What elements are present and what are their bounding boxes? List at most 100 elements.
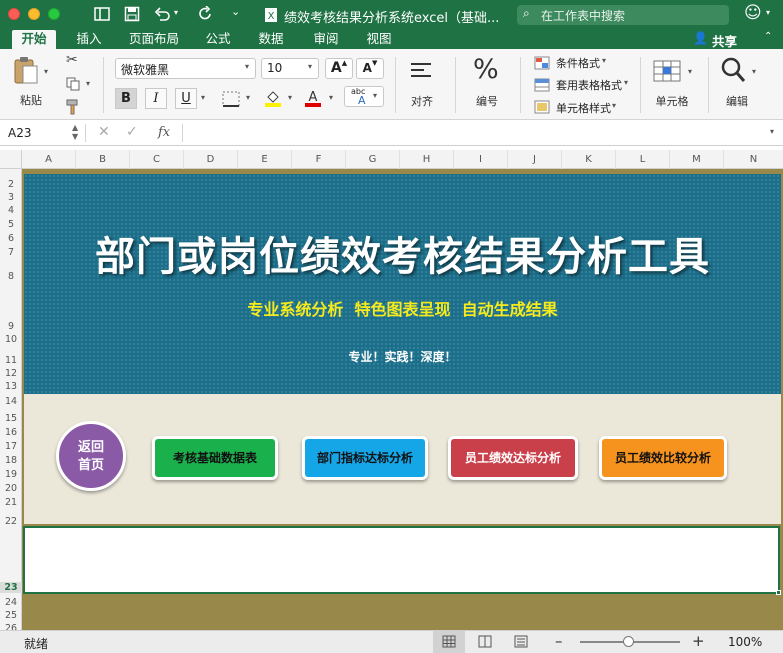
find-icon[interactable] xyxy=(720,56,746,84)
tab-review[interactable]: 审阅 xyxy=(306,30,346,49)
page-layout-view-icon[interactable] xyxy=(478,635,492,648)
cell-style-dropdown-icon[interactable]: ▾ xyxy=(612,101,616,110)
format-painter-icon[interactable] xyxy=(66,99,82,115)
fill-color-dropdown-icon[interactable]: ▾ xyxy=(288,93,292,102)
row-header-16[interactable]: 16 xyxy=(0,427,22,438)
name-box-stepper-icon[interactable]: ▲ ▼ xyxy=(72,123,78,141)
edit-dropdown-icon[interactable]: ▾ xyxy=(752,67,756,76)
name-box[interactable]: A23 xyxy=(8,126,31,140)
row-header-2[interactable]: 2 xyxy=(0,179,22,190)
feedback-smiley-icon[interactable]: ☺ xyxy=(744,3,762,23)
share-user-icon[interactable]: 👤 xyxy=(693,31,708,45)
expand-formula-icon[interactable]: ▾ xyxy=(770,127,774,136)
conditional-format-dropdown-icon[interactable]: ▾ xyxy=(602,56,606,65)
column-header-b[interactable]: B xyxy=(76,150,130,169)
tab-data[interactable]: 数据 xyxy=(251,30,291,49)
row-header-22[interactable]: 22 xyxy=(0,516,22,527)
normal-view-button[interactable] xyxy=(433,631,465,653)
row-header-19[interactable]: 19 xyxy=(0,469,22,480)
column-header-i[interactable]: I xyxy=(454,150,508,169)
table-format-dropdown-icon[interactable]: ▾ xyxy=(624,78,628,87)
column-header-g[interactable]: G xyxy=(346,150,400,169)
column-header-d[interactable]: D xyxy=(184,150,238,169)
close-window-button[interactable] xyxy=(8,8,20,20)
table-format-button[interactable]: 套用表格格式 xyxy=(556,77,622,93)
row-header-4[interactable]: 4 xyxy=(0,205,22,216)
row-header-13[interactable]: 13 xyxy=(0,381,22,392)
percent-icon[interactable]: % xyxy=(473,54,499,85)
underline-button[interactable]: U xyxy=(175,88,197,109)
row-header-10[interactable]: 10 xyxy=(0,334,22,345)
undo-icon[interactable] xyxy=(154,6,170,22)
borders-dropdown-icon[interactable]: ▾ xyxy=(246,93,250,102)
customize-toolbar-icon[interactable]: ⌄ xyxy=(231,5,240,18)
row-header-18[interactable]: 18 xyxy=(0,455,22,466)
copy-dropdown-icon[interactable]: ▾ xyxy=(86,79,90,88)
sidebar-toggle-icon[interactable] xyxy=(94,7,110,21)
row-header-11[interactable]: 11 xyxy=(0,355,22,366)
row-header-23[interactable]: 23 xyxy=(0,582,22,593)
column-header-l[interactable]: L xyxy=(616,150,670,169)
font-size-select[interactable]: 10 ▾ xyxy=(261,58,319,79)
align-label[interactable]: 对齐 xyxy=(406,93,438,109)
row-header-14[interactable]: 14 xyxy=(0,396,22,407)
home-button[interactable]: 返回 首页 xyxy=(56,421,126,491)
row-header-5[interactable]: 5 xyxy=(0,219,22,230)
cancel-entry-icon[interactable]: ✕ xyxy=(98,124,110,140)
align-icon[interactable] xyxy=(409,61,433,81)
row-header-15[interactable]: 15 xyxy=(0,413,22,424)
selected-cell-row-23[interactable] xyxy=(23,526,780,594)
column-header-h[interactable]: H xyxy=(400,150,454,169)
number-format-label[interactable]: 编号 xyxy=(472,93,502,109)
column-header-m[interactable]: M xyxy=(670,150,724,169)
tab-home[interactable]: 开始 xyxy=(12,30,56,49)
borders-icon[interactable] xyxy=(222,91,240,107)
selection-fill-handle[interactable] xyxy=(776,590,781,595)
underline-dropdown-icon[interactable]: ▾ xyxy=(201,93,205,102)
tab-formulas[interactable]: 公式 xyxy=(198,30,238,49)
fill-color-icon[interactable] xyxy=(263,88,283,108)
font-color-icon[interactable]: A xyxy=(303,88,323,108)
row-header-6[interactable]: 6 xyxy=(0,233,22,244)
cells-icon[interactable] xyxy=(652,59,682,83)
page-break-view-icon[interactable] xyxy=(514,635,528,648)
collapse-ribbon-icon[interactable]: ⌃ xyxy=(764,31,772,42)
row-header-7[interactable]: 7 xyxy=(0,247,22,258)
minimize-window-button[interactable] xyxy=(28,8,40,20)
column-header-j[interactable]: J xyxy=(508,150,562,169)
column-header-f[interactable]: F xyxy=(292,150,346,169)
font-color-dropdown-icon[interactable]: ▾ xyxy=(329,93,333,102)
sheet-search-box[interactable]: ⌕ 在工作表中搜索 xyxy=(517,5,729,25)
font-name-select[interactable]: 微软雅黑 ▾ xyxy=(115,58,256,79)
zoom-level[interactable]: 100% xyxy=(728,635,762,649)
conditional-format-button[interactable]: 条件格式 xyxy=(556,55,600,71)
zoom-out-button[interactable]: – xyxy=(555,632,563,650)
maximize-window-button[interactable] xyxy=(48,8,60,20)
zoom-in-button[interactable]: + xyxy=(692,632,705,650)
formula-input[interactable] xyxy=(190,126,760,141)
font-shrink-button[interactable]: A▼ xyxy=(356,58,384,79)
edit-label[interactable]: 编辑 xyxy=(722,93,752,109)
column-header-c[interactable]: C xyxy=(130,150,184,169)
bold-button[interactable]: B xyxy=(115,88,137,109)
phonetic-button[interactable]: abc A ▾ xyxy=(344,86,384,107)
cell-style-button[interactable]: 单元格样式 xyxy=(556,100,611,116)
nav-employee-target-button[interactable]: 员工绩效达标分析 xyxy=(448,436,578,480)
column-header-a[interactable]: A xyxy=(22,150,76,169)
smiley-dropdown-icon[interactable]: ▾ xyxy=(766,8,770,17)
row-header-3[interactable]: 3 xyxy=(0,192,22,203)
tab-insert[interactable]: 插入 xyxy=(69,30,109,49)
undo-dropdown-icon[interactable]: ▾ xyxy=(174,8,178,17)
column-header-k[interactable]: K xyxy=(562,150,616,169)
confirm-entry-icon[interactable]: ✓ xyxy=(126,124,138,140)
row-header-8[interactable]: 8 xyxy=(0,271,22,282)
row-header-20[interactable]: 20 xyxy=(0,483,22,494)
paste-dropdown-icon[interactable]: ▾ xyxy=(44,67,48,76)
search-input[interactable]: 在工作表中搜索 xyxy=(541,7,625,24)
select-all-button[interactable] xyxy=(0,150,22,169)
nav-dept-target-button[interactable]: 部门指标达标分析 xyxy=(302,436,428,480)
redo-icon[interactable] xyxy=(198,6,214,22)
cells-label[interactable]: 单元格 xyxy=(652,93,692,109)
italic-button[interactable]: I xyxy=(145,88,167,109)
font-grow-button[interactable]: A▲ xyxy=(325,58,353,79)
